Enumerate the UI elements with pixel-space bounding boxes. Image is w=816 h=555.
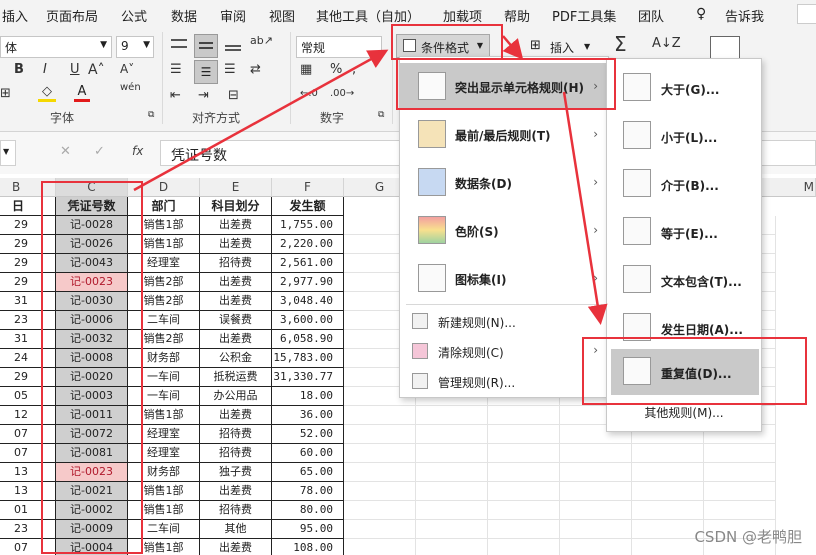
arrow-to-menu <box>502 35 524 60</box>
watermark: CSDN @老鸭胆 <box>694 528 802 546</box>
annotation-arrows <box>133 35 608 325</box>
arrow-to-conditional-format <box>133 49 389 192</box>
arrow-to-duplicate-values <box>562 91 608 325</box>
